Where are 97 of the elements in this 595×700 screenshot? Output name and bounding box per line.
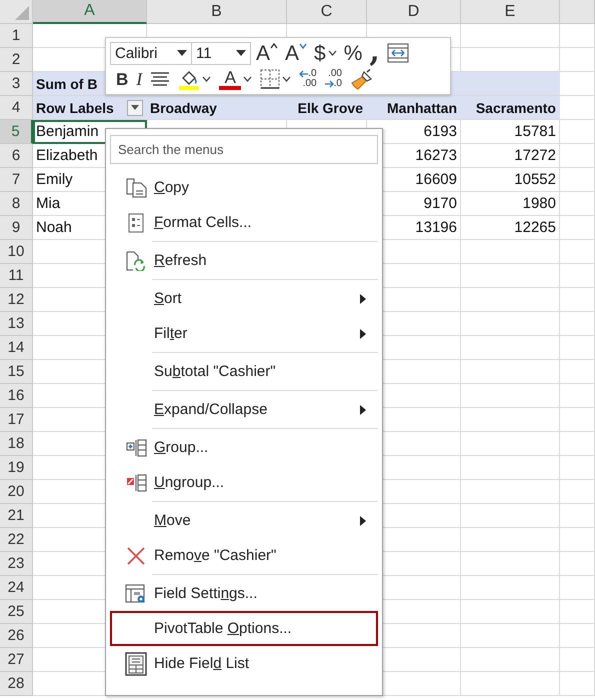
font-color-button[interactable]: A [217,67,254,91]
borders-icon [260,69,280,89]
field-list-icon [125,652,147,676]
table-cell: Elk Grove [287,96,367,120]
column-header[interactable]: C [287,0,367,24]
submenu-arrow-icon [360,404,366,414]
caret-icon [177,50,187,56]
table-cell: Sacramento [461,96,560,120]
refresh-icon [126,250,146,270]
menu-item[interactable]: Field Settings... [110,576,378,611]
decrease-decimal-button[interactable]: .00 .0 [322,67,344,91]
menu-item[interactable]: Sort [110,281,378,316]
row-header[interactable]: 20 [0,480,33,504]
menu-item[interactable]: Hide Field List [110,646,378,681]
row-header[interactable]: 16 [0,384,33,408]
row-header[interactable]: 27 [0,648,33,672]
align-icon [150,71,170,87]
row-header[interactable]: 24 [0,576,33,600]
row-header[interactable]: 28 [0,672,33,696]
paint-bucket-icon [178,68,200,90]
row-header[interactable]: 22 [0,528,33,552]
caret-icon [270,43,278,49]
table-cell: 12265 [461,216,560,240]
row-header[interactable]: 2 [0,48,33,72]
font-size-dropdown[interactable]: 11 [191,42,251,64]
row-header[interactable]: 6 [0,144,33,168]
wrap-text-icon [386,43,409,63]
row-header[interactable]: 25 [0,600,33,624]
row-header[interactable]: 7 [0,168,33,192]
percent-button[interactable]: % [342,41,364,65]
menu-item[interactable]: Subtotal "Cashier" [110,354,378,389]
font-name-dropdown[interactable]: Calibri [110,42,192,64]
caret-icon [282,76,292,82]
caret-icon [299,43,308,49]
arrow-icon [299,70,308,78]
copy-icon [126,178,146,198]
filter-button[interactable] [127,100,143,116]
row-header[interactable]: 18 [0,432,33,456]
ungroup-icon [126,474,146,492]
row-header[interactable]: 1 [0,24,33,48]
table-cell: 10552 [461,168,560,192]
arrow-icon [324,80,334,88]
shrink-font-button[interactable]: A [283,41,310,65]
caret-icon [131,105,139,110]
menu-item[interactable]: Filter [110,316,378,351]
menu-item[interactable]: PivotTable Options... [110,611,378,646]
caret-icon [236,50,246,56]
row-header[interactable]: 15 [0,360,33,384]
row-header[interactable]: 4 [0,96,33,120]
row-header[interactable]: 10 [0,240,33,264]
row-header[interactable]: 14 [0,336,33,360]
submenu-arrow-icon [360,516,366,526]
row-header[interactable]: 3 [0,72,33,96]
field-settings-icon [125,584,147,604]
table-cell-text: Row Labels [36,100,115,116]
column-header[interactable]: A [33,0,147,24]
caret-icon [202,76,212,82]
table-cell: 15781 [461,120,560,144]
increase-decimal-button[interactable]: .0 .00 [297,67,319,91]
row-header[interactable]: 21 [0,504,33,528]
currency-button[interactable]: $ [312,41,339,65]
close-icon [127,546,145,564]
menu-item[interactable]: Ungroup... [110,465,378,500]
menu-item[interactable]: Expand/Collapse [110,392,378,427]
row-header[interactable]: 26 [0,624,33,648]
search-field[interactable]: Search the menus [110,135,378,164]
row-header[interactable]: 8 [0,192,33,216]
table-cell: 17272 [461,144,560,168]
column-header[interactable]: E [461,0,560,24]
borders-button[interactable] [258,67,294,91]
submenu-arrow-icon [360,328,366,338]
table-cell: 1980 [461,192,560,216]
group-icon [126,438,146,456]
row-header[interactable]: 11 [0,264,33,288]
wrap-button[interactable] [384,41,411,65]
grow-font-button[interactable]: A [254,41,280,65]
caret-icon [328,50,337,56]
row-header[interactable]: 17 [0,408,33,432]
row-header[interactable]: 5 [0,120,33,144]
menu-item[interactable]: Move [110,503,378,538]
menu-item[interactable]: Group... [110,430,378,465]
menu-item[interactable]: Refresh [110,243,378,278]
format-cells-icon [128,212,144,232]
paintbrush-icon [350,68,374,90]
row-header[interactable]: 12 [0,288,33,312]
table-cell: Manhattan [367,96,461,120]
row-header[interactable]: 13 [0,312,33,336]
table-cell: Broadway [147,96,287,120]
menu-item[interactable]: Remove "Cashier" [110,538,378,573]
row-header[interactable]: 19 [0,456,33,480]
row-header[interactable]: 9 [0,216,33,240]
submenu-arrow-icon [360,294,366,304]
row-header[interactable]: 23 [0,552,33,576]
comma-button[interactable]: , [367,41,382,65]
column-header[interactable]: D [367,0,461,24]
column-header[interactable]: B [147,0,287,24]
caret-icon [243,76,252,82]
